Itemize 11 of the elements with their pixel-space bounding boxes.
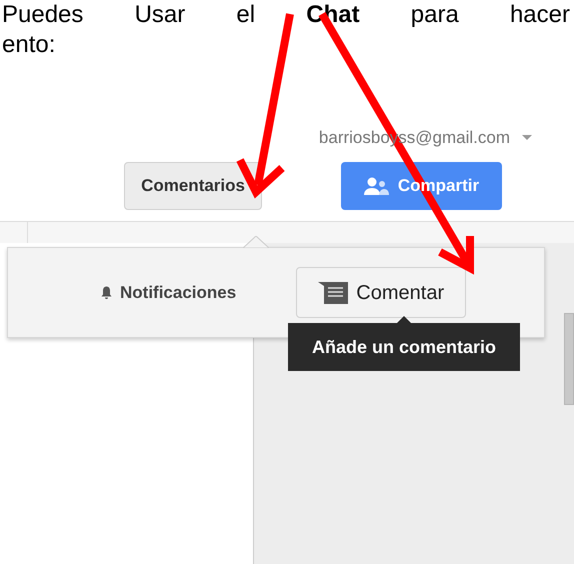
notifications-button[interactable]: Notificaciones	[101, 280, 236, 306]
dropdown-caret-icon[interactable]	[522, 135, 532, 140]
bell-icon	[101, 286, 112, 300]
people-icon	[364, 176, 390, 194]
intro-text: ento:	[2, 30, 56, 60]
tooltip-pointer	[397, 316, 411, 323]
scrollbar[interactable]	[564, 312, 574, 404]
comment-icon	[318, 282, 348, 304]
comment-button[interactable]: Comentar	[296, 267, 466, 318]
comments-button[interactable]: Comentarios	[124, 162, 262, 210]
tooltip: Añade un comentario	[288, 323, 520, 371]
